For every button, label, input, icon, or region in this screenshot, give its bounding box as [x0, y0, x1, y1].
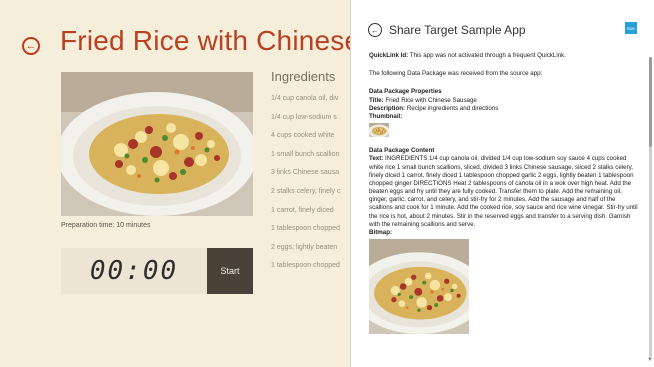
received-text: The following Data Package was received … [369, 70, 543, 78]
thumbnail-image [369, 123, 389, 137]
scroll-down-icon[interactable]: ▼ [647, 357, 653, 363]
thumbnail-label: Thumbnail: [369, 112, 403, 120]
props-heading: Data Package Properties [369, 88, 442, 96]
pane-title: Share Target Sample App [389, 23, 526, 37]
ingredients-heading: Ingredients [271, 69, 336, 84]
ingredient-item: 1 tablespoon chopped [271, 225, 340, 233]
text-value: INGREDIENTS 1/4 cup canola oil, divided … [369, 155, 638, 228]
timer-display: 00:00 [61, 248, 207, 294]
ingredient-item: 1/4 cup canola oil, div [271, 95, 339, 102]
page-title: Fried Rice with Chinese S [60, 25, 350, 56]
description-value: Recipe ingredients and directions [405, 104, 499, 112]
sdk-logo-icon: SDK [625, 22, 637, 34]
description-label: Description: [369, 104, 406, 112]
back-arrow-icon[interactable]: ← [368, 23, 382, 37]
quicklink-line: QuickLink Id: This app was not activated… [369, 52, 639, 60]
start-button[interactable]: Start [207, 248, 253, 294]
scrollbar-thumb[interactable] [649, 57, 652, 147]
bitmap-label: Bitmap: [369, 229, 393, 236]
ingredient-item: 2 eggs, lightly beaten [271, 243, 338, 251]
ingredient-item: 1/4 cup low-sodium s [271, 113, 337, 121]
ingredient-item: 1 carrot, finely diced [271, 206, 334, 214]
text-label: Text: [369, 155, 384, 163]
bitmap-image [369, 239, 469, 334]
text-block: Text: INGREDIENTS 1/4 cup canola oil, di… [369, 155, 639, 229]
quicklink-label: QuickLink Id: [369, 52, 409, 59]
recipe-app: ← Fried Rice with Chinese S Preparation … [0, 0, 350, 367]
pane-content: QuickLink Id: This app was not activated… [369, 52, 639, 334]
ingredient-item: 2 stalks celery, finely c [271, 187, 341, 195]
ingredient-item: 1 small bunch scallion [271, 150, 340, 158]
ingredient-item: 4 cups cooked white [271, 132, 335, 140]
title-line: Title: Fried Rice with Chinese Sausage [369, 97, 639, 105]
prep-time-label: Preparation time: 10 minutes [61, 222, 151, 229]
ingredient-list: 1/4 cup canola oil, div 1/4 cup low-sodi… [271, 95, 341, 281]
timer-value: 00:00 [89, 256, 179, 286]
share-pane: ← Share Target Sample App SDK QuickLink … [350, 0, 654, 367]
title-value: Fried Rice with Chinese Sausage [383, 96, 477, 104]
ingredient-item: 1 tablespoon chopped [271, 262, 340, 270]
content-heading: Data Package Content [369, 147, 435, 155]
description-line: Description: Recipe ingredients and dire… [369, 105, 639, 113]
ingredient-item: 3 links Chinese sausa [271, 169, 340, 177]
back-arrow-icon[interactable]: ← [22, 37, 40, 55]
quicklink-text: This app was not activated through a fre… [408, 52, 566, 59]
title-label: Title: [369, 96, 384, 104]
recipe-photo [61, 72, 253, 216]
